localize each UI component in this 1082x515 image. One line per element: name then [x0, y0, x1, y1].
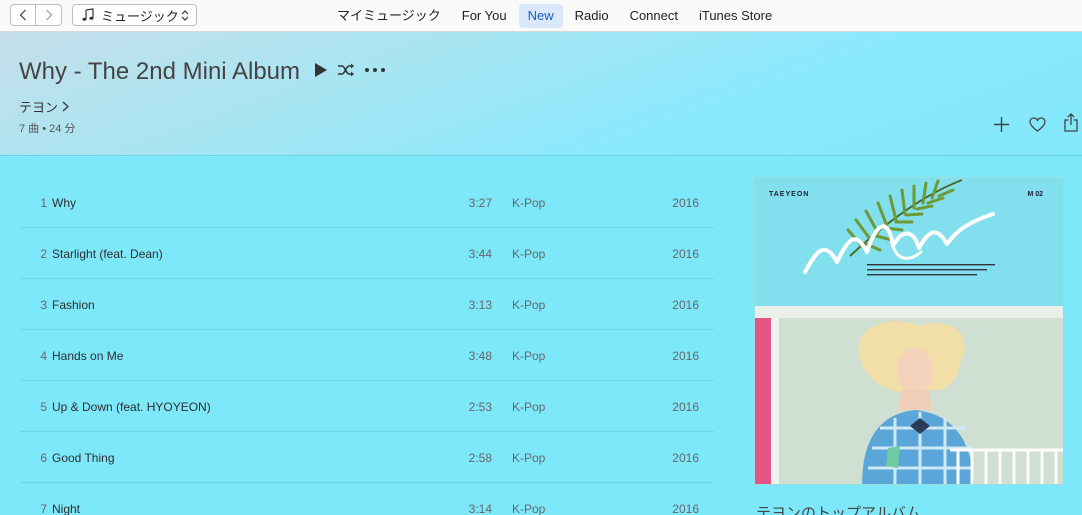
share-icon[interactable]: [1064, 113, 1078, 132]
track-duration: 2:53: [468, 400, 492, 414]
track-list: 1 Why 3:27 K-Pop 2016 2 Starlight (feat.…: [20, 177, 714, 515]
track-name: Hands on Me: [52, 349, 124, 363]
track-row[interactable]: 2 Starlight (feat. Dean) 3:44 K-Pop 2016: [20, 228, 714, 279]
track-row[interactable]: 7 Night 3:14 K-Pop 2016: [20, 483, 714, 515]
track-genre: K-Pop: [512, 400, 546, 414]
forward-button[interactable]: [36, 4, 62, 26]
track-year: 2016: [672, 400, 699, 414]
main-tabs: マイミュージック For You New Radio Connect iTune…: [328, 4, 784, 28]
track-duration: 3:48: [468, 349, 492, 363]
track-number: 1: [40, 196, 47, 210]
artist-link[interactable]: テヨン: [19, 97, 69, 116]
track-number: 7: [40, 502, 47, 515]
chevron-right-icon: [45, 9, 52, 21]
artwork-beam: [755, 306, 1063, 318]
track-name: Good Thing: [52, 451, 115, 465]
more-icon[interactable]: [365, 68, 385, 72]
chevron-right-icon: [62, 101, 69, 112]
track-duration: 3:14: [468, 502, 492, 515]
artwork-pink-wall: [755, 318, 771, 484]
track-name: Why: [52, 196, 76, 210]
album-artwork[interactable]: TAEYEON M 02: [754, 177, 1064, 485]
track-number: 6: [40, 451, 47, 465]
artist-name: テヨン: [19, 100, 59, 115]
tab-itunes-store[interactable]: iTunes Store: [690, 4, 781, 28]
track-year: 2016: [672, 349, 699, 363]
track-name: Up & Down (feat. HYOYEON): [52, 400, 211, 414]
track-number: 4: [40, 349, 47, 363]
track-duration: 3:44: [468, 247, 492, 261]
track-name: Night: [52, 502, 81, 515]
track-row[interactable]: 1 Why 3:27 K-Pop 2016: [20, 177, 714, 228]
track-row[interactable]: 4 Hands on Me 3:48 K-Pop 2016: [20, 330, 714, 381]
track-row[interactable]: 5 Up & Down (feat. HYOYEON) 2:53 K-Pop 2…: [20, 381, 714, 432]
track-row[interactable]: 3 Fashion 3:13 K-Pop 2016: [20, 279, 714, 330]
track-duration: 3:27: [468, 196, 492, 210]
chevron-left-icon: [19, 9, 26, 21]
tab-for-you[interactable]: For You: [453, 4, 516, 28]
track-year: 2016: [672, 247, 699, 261]
track-number: 5: [40, 400, 47, 414]
track-number: 3: [40, 298, 47, 312]
track-genre: K-Pop: [512, 502, 546, 515]
artwork-railing: [950, 448, 1063, 484]
tab-new[interactable]: New: [518, 4, 563, 28]
chevron-updown-icon: [181, 10, 189, 21]
artwork-frame: [771, 318, 779, 484]
track-year: 2016: [672, 502, 699, 515]
track-duration: 2:58: [468, 451, 492, 465]
track-year: 2016: [672, 298, 699, 312]
artwork-credits-graphic: [867, 264, 995, 276]
heart-icon[interactable]: [1029, 117, 1046, 132]
album-meta: 7 曲 • 24 分: [19, 123, 76, 135]
track-number: 2: [40, 247, 47, 261]
tab-my-music[interactable]: マイミュージック: [328, 4, 450, 28]
play-icon[interactable]: [314, 62, 328, 78]
track-name: Starlight (feat. Dean): [52, 247, 163, 261]
album-title: Why - The 2nd Mini Album: [19, 58, 301, 85]
artwork-brand: TAEYEON: [769, 191, 810, 198]
track-name: Fashion: [52, 298, 95, 312]
track-genre: K-Pop: [512, 298, 546, 312]
track-year: 2016: [672, 451, 699, 465]
music-note-icon: [82, 8, 94, 21]
artwork-edition: M 02: [1027, 191, 1043, 198]
track-duration: 3:13: [468, 298, 492, 312]
track-genre: K-Pop: [512, 196, 546, 210]
top-albums-heading: テヨンのトップアルバム: [756, 505, 921, 515]
add-icon[interactable]: [993, 116, 1010, 133]
media-source-select[interactable]: ミュージック: [72, 4, 197, 26]
back-button[interactable]: [10, 4, 36, 26]
track-genre: K-Pop: [512, 349, 546, 363]
track-genre: K-Pop: [512, 247, 546, 261]
album-header: Why - The 2nd Mini Album テヨン 7 曲 • 24 分: [0, 32, 1082, 156]
track-row[interactable]: 6 Good Thing 2:58 K-Pop 2016: [20, 432, 714, 483]
tab-connect[interactable]: Connect: [621, 4, 687, 28]
track-year: 2016: [672, 196, 699, 210]
tab-radio[interactable]: Radio: [566, 4, 618, 28]
track-genre: K-Pop: [512, 451, 546, 465]
shuffle-icon[interactable]: [337, 63, 355, 77]
media-source-label: ミュージック: [101, 8, 179, 24]
toolbar: ミュージック マイミュージック For You New Radio Connec…: [0, 0, 1082, 32]
